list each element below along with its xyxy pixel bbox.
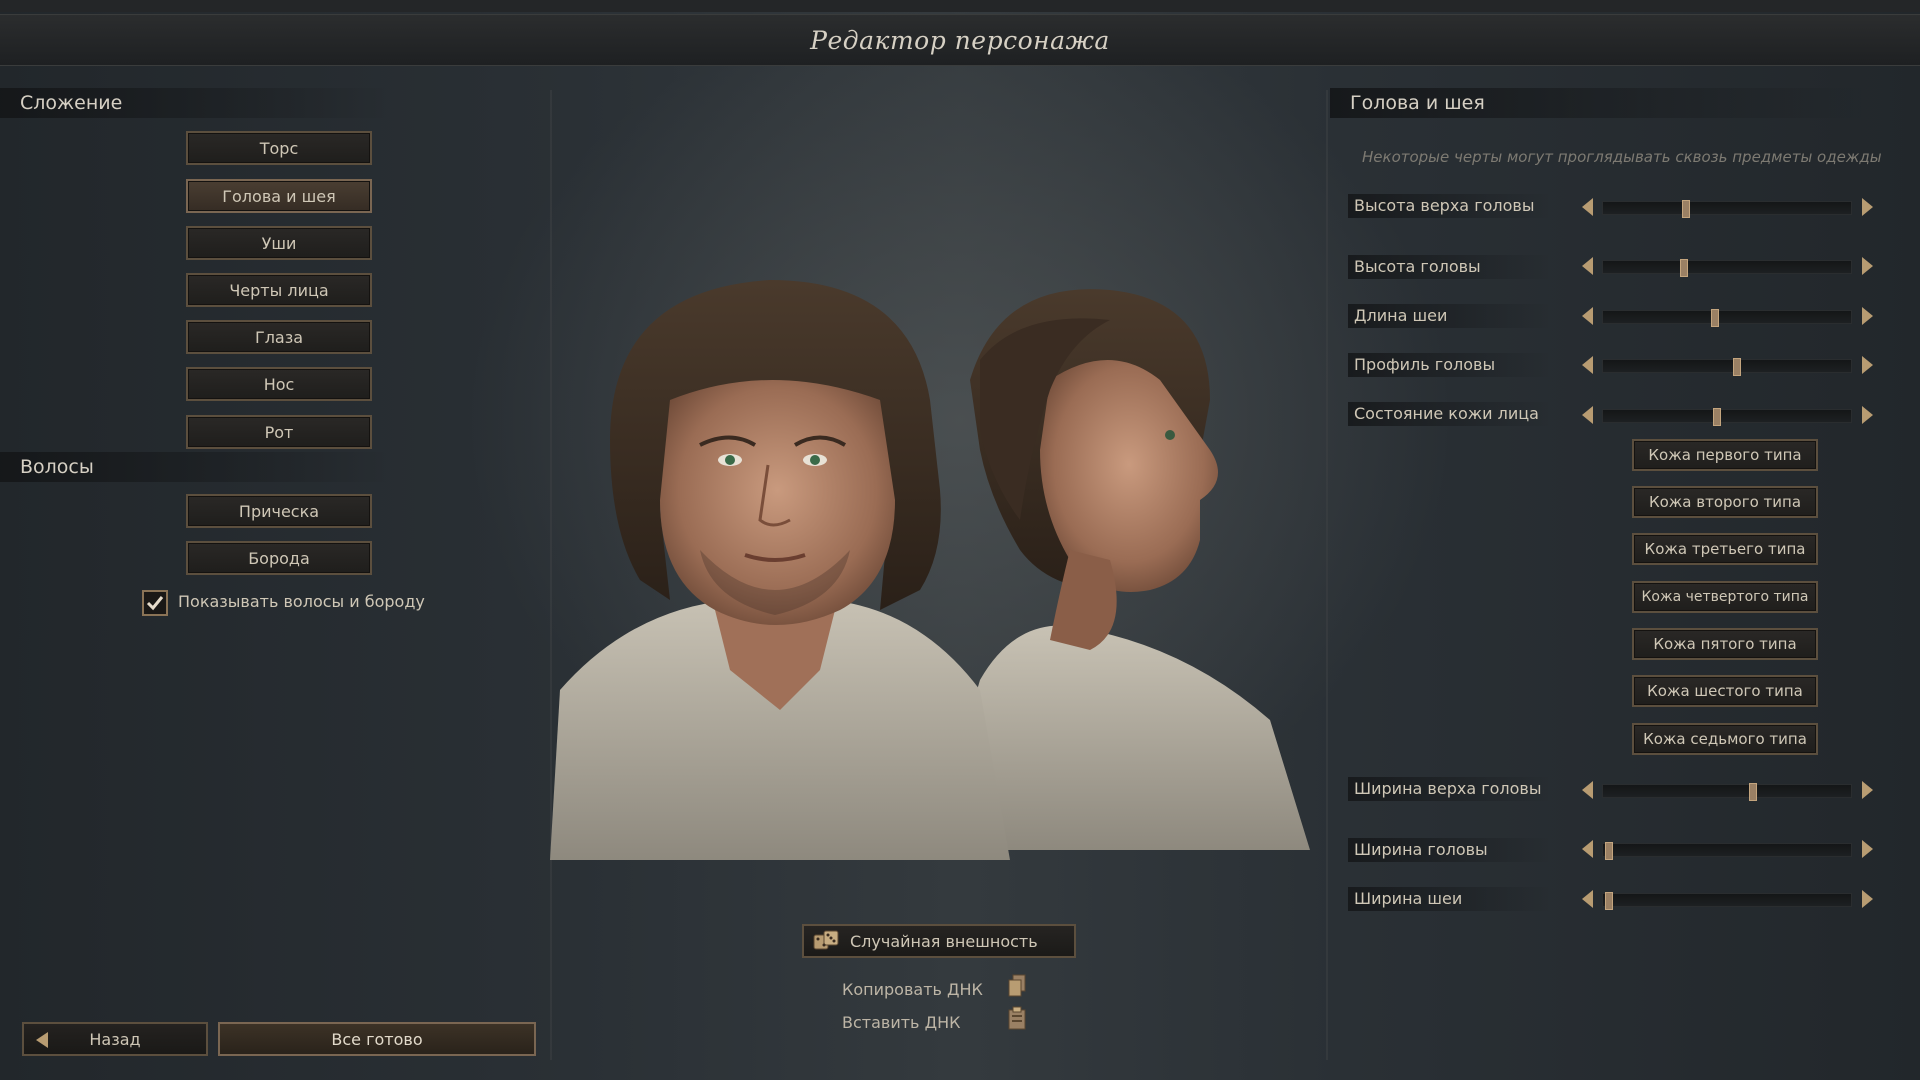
slider-decrease-head-top-height[interactable] xyxy=(1582,198,1593,216)
random-appearance-button[interactable]: Случайная внешность xyxy=(802,924,1076,958)
build-button-facial-features[interactable]: Черты лица xyxy=(186,273,372,307)
dice-icon xyxy=(813,930,839,950)
slider-increase-head-width[interactable] xyxy=(1862,840,1873,858)
slider-thumb[interactable] xyxy=(1733,358,1741,376)
paste-icon[interactable] xyxy=(1008,1006,1026,1030)
skin-type-3-button[interactable]: Кожа третьего типа xyxy=(1632,533,1818,565)
slider-decrease-head-profile[interactable] xyxy=(1582,356,1593,374)
slider-label-neck-width: Ширина шеи xyxy=(1348,887,1550,911)
slider-increase-head-top-width[interactable] xyxy=(1862,781,1873,799)
character-front-view xyxy=(550,280,1010,860)
skin-type-7-button[interactable]: Кожа седьмого типа xyxy=(1632,723,1818,755)
slider-head-top-width[interactable] xyxy=(1602,783,1852,801)
slider-label-head-height: Высота головы xyxy=(1348,255,1550,279)
slider-increase-neck-width[interactable] xyxy=(1862,890,1873,908)
build-button-mouth[interactable]: Рот xyxy=(186,415,372,449)
slider-neck-length[interactable] xyxy=(1602,309,1852,327)
build-button-torso[interactable]: Торс xyxy=(186,131,372,165)
slider-head-height[interactable] xyxy=(1602,259,1852,277)
slider-thumb[interactable] xyxy=(1749,783,1757,801)
skin-type-1-button[interactable]: Кожа первого типа xyxy=(1632,439,1818,471)
clothing-hint: Некоторые черты могут проглядывать сквоз… xyxy=(1362,148,1882,166)
copy-icon[interactable] xyxy=(1008,974,1026,998)
show-hair-checkbox[interactable] xyxy=(142,590,168,616)
slider-increase-head-profile[interactable] xyxy=(1862,356,1873,374)
skin-type-6-button[interactable]: Кожа шестого типа xyxy=(1632,675,1818,707)
build-button-ears[interactable]: Уши xyxy=(186,226,372,260)
slider-decrease-skin-condition[interactable] xyxy=(1582,406,1593,424)
slider-decrease-head-width[interactable] xyxy=(1582,840,1593,858)
slider-decrease-head-top-width[interactable] xyxy=(1582,781,1593,799)
slider-head-width[interactable] xyxy=(1602,842,1852,860)
head-neck-section-title: Голова и шея xyxy=(1350,92,1485,114)
paste-dna-row[interactable]: Вставить ДНК xyxy=(842,1013,960,1032)
arrow-left-icon xyxy=(36,1032,48,1048)
hair-section-title: Волосы xyxy=(20,456,94,478)
build-button-nose[interactable]: Нос xyxy=(186,367,372,401)
slider-increase-head-height[interactable] xyxy=(1862,257,1873,275)
show-hair-label: Показывать волосы и бороду xyxy=(178,592,425,611)
copy-dna-row[interactable]: Копировать ДНК xyxy=(842,980,983,999)
build-section-title: Сложение xyxy=(20,92,123,114)
slider-thumb[interactable] xyxy=(1713,408,1721,426)
slider-label-head-width: Ширина головы xyxy=(1348,838,1550,862)
skin-type-4-button[interactable]: Кожа четвертого типа xyxy=(1632,581,1818,613)
head-neck-section-header: Голова и шея xyxy=(1330,88,1870,118)
slider-label-head-profile: Профиль головы xyxy=(1348,353,1550,377)
slider-thumb[interactable] xyxy=(1680,259,1688,277)
slider-increase-skin-condition[interactable] xyxy=(1862,406,1873,424)
build-button-eyes[interactable]: Глаза xyxy=(186,320,372,354)
back-button-label: Назад xyxy=(89,1029,141,1049)
slider-thumb[interactable] xyxy=(1711,309,1719,327)
slider-skin-condition[interactable] xyxy=(1602,408,1852,426)
slider-label-head-top-height: Высота верха головы xyxy=(1348,194,1550,218)
hair-section-header: Волосы xyxy=(0,452,390,482)
done-button-label: Все готово xyxy=(331,1029,423,1049)
slider-thumb[interactable] xyxy=(1682,200,1690,218)
hair-button-beard[interactable]: Борода xyxy=(186,541,372,575)
slider-thumb[interactable] xyxy=(1605,892,1613,910)
page-title: Редактор персонажа xyxy=(810,25,1110,55)
skin-type-5-button[interactable]: Кожа пятого типа xyxy=(1632,628,1818,660)
copy-dna-label: Копировать ДНК xyxy=(842,980,983,999)
slider-decrease-neck-width[interactable] xyxy=(1582,890,1593,908)
back-button[interactable]: Назад xyxy=(22,1022,208,1056)
slider-decrease-neck-length[interactable] xyxy=(1582,307,1593,325)
build-button-head-neck[interactable]: Голова и шея xyxy=(186,179,372,213)
slider-label-head-top-width: Ширина верха головы xyxy=(1348,777,1550,801)
character-preview[interactable] xyxy=(550,250,1330,870)
slider-label-neck-length: Длина шеи xyxy=(1348,304,1550,328)
top-strip xyxy=(0,0,1920,12)
checkmark-icon xyxy=(146,596,164,611)
random-appearance-label: Случайная внешность xyxy=(850,931,1038,951)
slider-increase-head-top-height[interactable] xyxy=(1862,198,1873,216)
skin-type-2-button[interactable]: Кожа второго типа xyxy=(1632,486,1818,518)
title-bar: Редактор персонажа xyxy=(0,14,1920,66)
slider-head-top-height[interactable] xyxy=(1602,200,1852,218)
slider-label-skin-condition: Состояние кожи лица xyxy=(1348,402,1550,426)
done-button[interactable]: Все готово xyxy=(218,1022,536,1056)
slider-head-profile[interactable] xyxy=(1602,358,1852,376)
slider-increase-neck-length[interactable] xyxy=(1862,307,1873,325)
slider-thumb[interactable] xyxy=(1605,842,1613,860)
slider-neck-width[interactable] xyxy=(1602,892,1852,910)
paste-dna-label: Вставить ДНК xyxy=(842,1013,961,1032)
build-section-header: Сложение xyxy=(0,88,390,118)
slider-decrease-head-height[interactable] xyxy=(1582,257,1593,275)
hair-button-hairstyle[interactable]: Прическа xyxy=(186,494,372,528)
